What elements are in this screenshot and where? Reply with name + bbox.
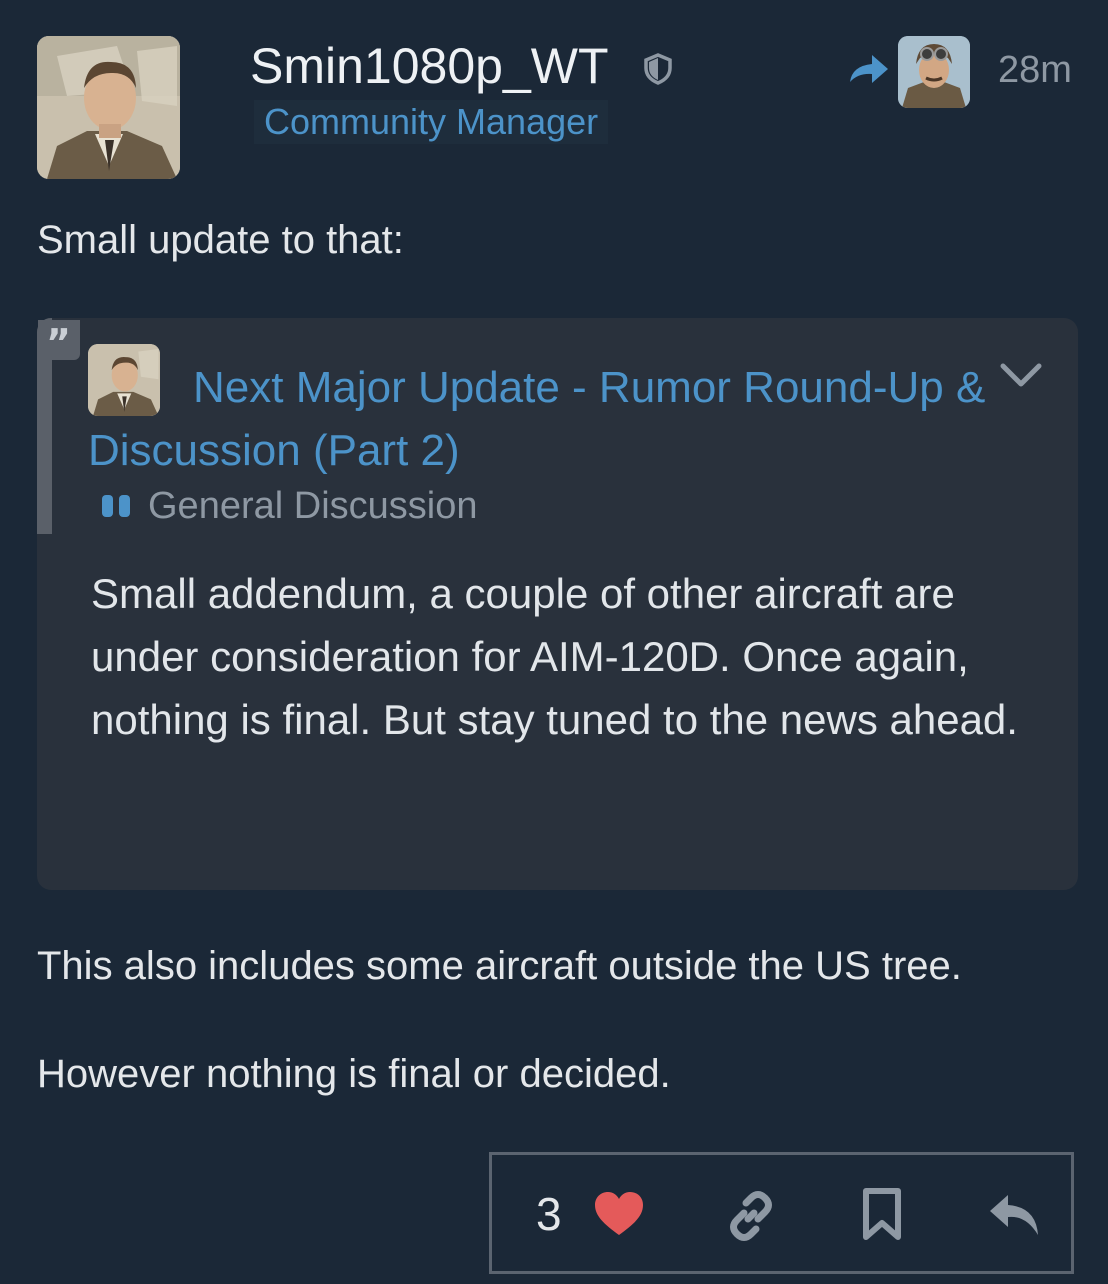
bookmark-icon[interactable]: [860, 1187, 904, 1241]
quote-category-label: General Discussion: [148, 485, 478, 527]
quote-mark-icon: ”: [38, 320, 80, 365]
chevron-down-icon[interactable]: [998, 360, 1044, 390]
post-actions-bar: 3: [489, 1152, 1074, 1274]
quote-topic-title[interactable]: Next Major Update - Rumor Round-Up & Dis…: [88, 356, 988, 482]
reply-icon[interactable]: [986, 1191, 1042, 1239]
post-paragraph-2: This also includes some aircraft outside…: [37, 944, 962, 988]
like-count[interactable]: 3: [536, 1188, 562, 1240]
heart-icon[interactable]: [592, 1189, 646, 1239]
post-timestamp[interactable]: 28m: [998, 46, 1072, 94]
author-avatar[interactable]: [37, 36, 180, 179]
category-color-badge: [102, 495, 130, 517]
quote-text: Small addendum, a couple of other aircra…: [91, 570, 1018, 743]
author-title: Community Manager: [254, 100, 609, 144]
avatar-portrait-icon: [37, 36, 180, 179]
post-paragraph-intro: Small update to that:: [37, 218, 404, 262]
author-username[interactable]: Smin1080p_WT: [250, 36, 609, 96]
quote-category[interactable]: General Discussion: [102, 482, 477, 530]
post: Smin1080p_WT Community Manager 28m Small…: [0, 0, 1108, 1284]
link-icon[interactable]: [724, 1189, 778, 1243]
avatar-pilot-icon: [898, 36, 970, 108]
reply-to-avatar[interactable]: [898, 36, 970, 108]
shield-icon: [644, 53, 672, 85]
svg-text:”: ”: [46, 321, 71, 360]
post-paragraph-3: However nothing is final or decided.: [37, 1052, 671, 1096]
reply-arrow-icon[interactable]: [848, 52, 890, 88]
